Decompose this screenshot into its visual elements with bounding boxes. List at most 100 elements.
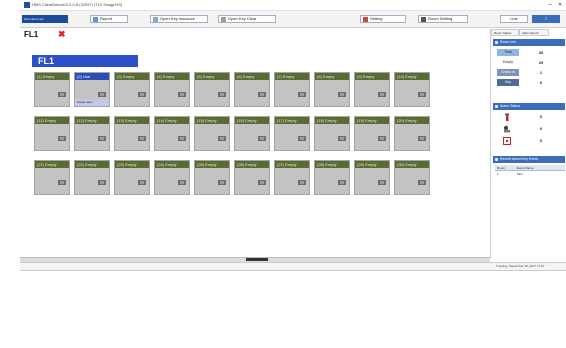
room-tile[interactable]: (24) Empty: [154, 160, 190, 195]
event-room-cell: 1: [497, 172, 499, 176]
room-key-icon: [418, 92, 426, 97]
recent-event-title: Recent Alarm/Key Event: [500, 157, 538, 161]
recent-event-header: Recent Alarm/Key Event: [493, 156, 565, 163]
total-label: Total: [497, 49, 519, 56]
close-window-button[interactable]: ✕: [556, 1, 564, 9]
room-header: (8) Empty: [315, 73, 349, 80]
room-header: (19) Empty: [355, 117, 389, 124]
key-issue-icon: [153, 16, 158, 22]
room-header: (6) Empty: [235, 73, 269, 80]
room-tile[interactable]: (23) Empty: [114, 160, 150, 195]
room-tile[interactable]: (17) Empty: [274, 116, 310, 151]
setting-button[interactable]: Setting: [360, 15, 406, 23]
room-header: (22) Empty: [75, 161, 109, 168]
door-alarm-value: 0: [539, 138, 543, 143]
check-in-label: Check In: [497, 69, 519, 76]
room-setting-button[interactable]: Room Setting: [418, 15, 468, 23]
room-key-icon: [218, 136, 226, 141]
room-header: (5) Empty: [195, 73, 229, 80]
room-key-icon: [298, 180, 306, 185]
room-key-icon: [178, 180, 186, 185]
room-tile[interactable]: (21) Empty: [34, 160, 70, 195]
room-key-icon: [98, 92, 106, 97]
help-label: ?: [544, 16, 548, 21]
room-key-icon: [298, 92, 306, 97]
room-key-icon: [218, 92, 226, 97]
link-button[interactable]: Link: [500, 15, 528, 23]
room-key-icon: [178, 92, 186, 97]
room-tile[interactable]: (12) Empty: [74, 116, 110, 151]
open-key-issuance-button[interactable]: Open Key Issuance: [150, 15, 208, 23]
room-tile[interactable]: (18) Empty: [314, 116, 350, 151]
room-header: (9) Empty: [355, 73, 389, 80]
room-tile[interactable]: (20) Empty: [394, 116, 430, 151]
table-row[interactable]: 1 KEY: [495, 171, 565, 177]
room-key-icon: [418, 136, 426, 141]
report-icon: [93, 16, 98, 22]
room-tile[interactable]: (29) Empty: [354, 160, 390, 195]
window-title: HMS ClientDeluxe/3.0.0.8 (32/NT) (T10 Sv…: [32, 2, 123, 7]
empty-label: Empty: [497, 59, 519, 66]
room-key-icon: [258, 92, 266, 97]
room-header: (15) Empty: [195, 117, 229, 124]
tab-alarm-event[interactable]: Alarm Event: [519, 29, 549, 36]
open-key-issuance-label: Open Key Issuance: [160, 16, 195, 21]
scrollbar-thumb[interactable]: [246, 258, 268, 261]
room-header: (17) Empty: [275, 117, 309, 124]
room-tile[interactable]: (16) Empty: [234, 116, 270, 151]
report-button[interactable]: Report: [90, 15, 128, 23]
room-key-icon: [338, 180, 346, 185]
room-tile[interactable]: (30) Empty: [394, 160, 430, 195]
room-header: (28) Empty: [315, 161, 349, 168]
report-label: Report: [100, 16, 113, 21]
room-tile[interactable]: (19) Empty: [354, 116, 390, 151]
room-tile[interactable]: (1) Empty: [34, 72, 70, 107]
room-tile[interactable]: (6) Empty: [234, 72, 270, 107]
room-tile[interactable]: (9) Empty: [354, 72, 390, 107]
room-tile[interactable]: (10) Empty: [394, 72, 430, 107]
bullet-icon: [495, 157, 498, 161]
room-tile[interactable]: (13) Empty: [114, 116, 150, 151]
room-info-header: Room Info: [493, 39, 565, 46]
room-tile[interactable]: (8) Empty: [314, 72, 350, 107]
open-key-clear-button[interactable]: Open Key Clear: [218, 15, 276, 23]
empty-value: 29: [538, 60, 544, 65]
key-label: Key: [497, 79, 519, 86]
event-name-cell: KEY: [517, 172, 524, 176]
room-tile[interactable]: (11) Empty: [34, 116, 70, 151]
room-key-icon: [418, 180, 426, 185]
room-header: (24) Empty: [155, 161, 189, 168]
title-bar: HMS ClientDeluxe/3.0.0.8 (32/NT) (T10 Sv…: [20, 0, 566, 11]
room-tile[interactable]: (3) Empty: [114, 72, 150, 107]
room-header: (18) Empty: [315, 117, 349, 124]
floor-label: FL1: [32, 55, 138, 67]
link-label: Link: [510, 16, 518, 21]
brand-logo: hms.client.com: [22, 15, 68, 23]
room-key-icon: [58, 136, 66, 141]
room-tile[interactable]: (26) Empty: [234, 160, 270, 195]
minimize-button[interactable]: –: [546, 1, 554, 9]
room-tile[interactable]: (7) Empty: [274, 72, 310, 107]
room-header: (26) Empty: [235, 161, 269, 168]
tab-room-status[interactable]: Room Status: [491, 29, 519, 36]
room-header: (25) Empty: [195, 161, 229, 168]
room-tile[interactable]: (2) Use Guest room: [74, 72, 110, 107]
tab-close-icon[interactable]: ✖: [58, 29, 68, 39]
room-key-icon: [298, 136, 306, 141]
room-tile[interactable]: (14) Empty: [154, 116, 190, 151]
help-button[interactable]: ?: [532, 15, 560, 23]
room-tile[interactable]: (25) Empty: [194, 160, 230, 195]
room-key-icon: [58, 180, 66, 185]
room-header: (4) Empty: [155, 73, 189, 80]
room-tile[interactable]: (5) Empty: [194, 72, 230, 107]
room-tile[interactable]: (28) Empty: [314, 160, 350, 195]
room-tile[interactable]: (27) Empty: [274, 160, 310, 195]
room-tile[interactable]: (22) Empty: [74, 160, 110, 195]
room-tile[interactable]: (15) Empty: [194, 116, 230, 151]
fire-extinguisher-icon: [503, 113, 511, 121]
room-tile[interactable]: (4) Empty: [154, 72, 190, 107]
room-header: (23) Empty: [115, 161, 149, 168]
room-header: (13) Empty: [115, 117, 149, 124]
door-alarm-icon: [503, 137, 511, 145]
key-value: 0: [539, 80, 543, 85]
